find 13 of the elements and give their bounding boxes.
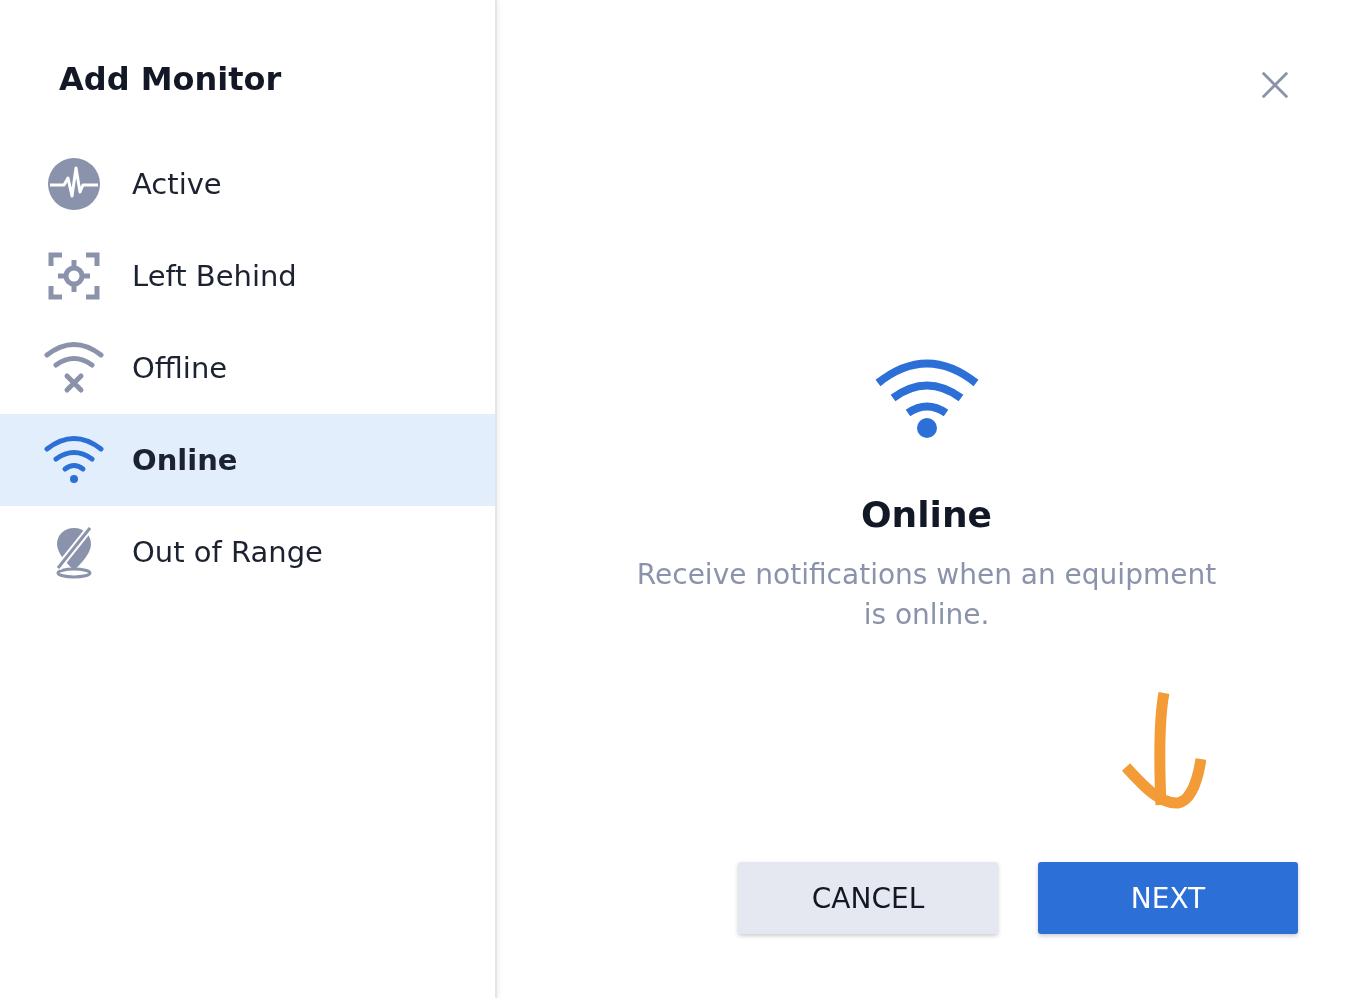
close-icon[interactable] <box>1260 70 1290 100</box>
wifi-icon <box>874 358 979 438</box>
monitor-type-item[interactable]: Active <box>0 138 495 230</box>
cancel-button[interactable]: CANCEL <box>738 862 998 934</box>
wifi-off-icon <box>44 340 104 396</box>
next-button[interactable]: NEXT <box>1038 862 1298 934</box>
monitor-type-item[interactable]: Offline <box>0 322 495 414</box>
dialog-title: Add Monitor <box>59 60 283 98</box>
monitor-type-item[interactable]: Left Behind <box>0 230 495 322</box>
monitor-title: Online <box>861 494 992 535</box>
monitor-type-item[interactable]: Out of Range <box>0 506 495 598</box>
monitor-type-item[interactable]: Online <box>0 414 495 506</box>
monitor-description: Receive notifications when an equipment is online. <box>635 557 1218 633</box>
